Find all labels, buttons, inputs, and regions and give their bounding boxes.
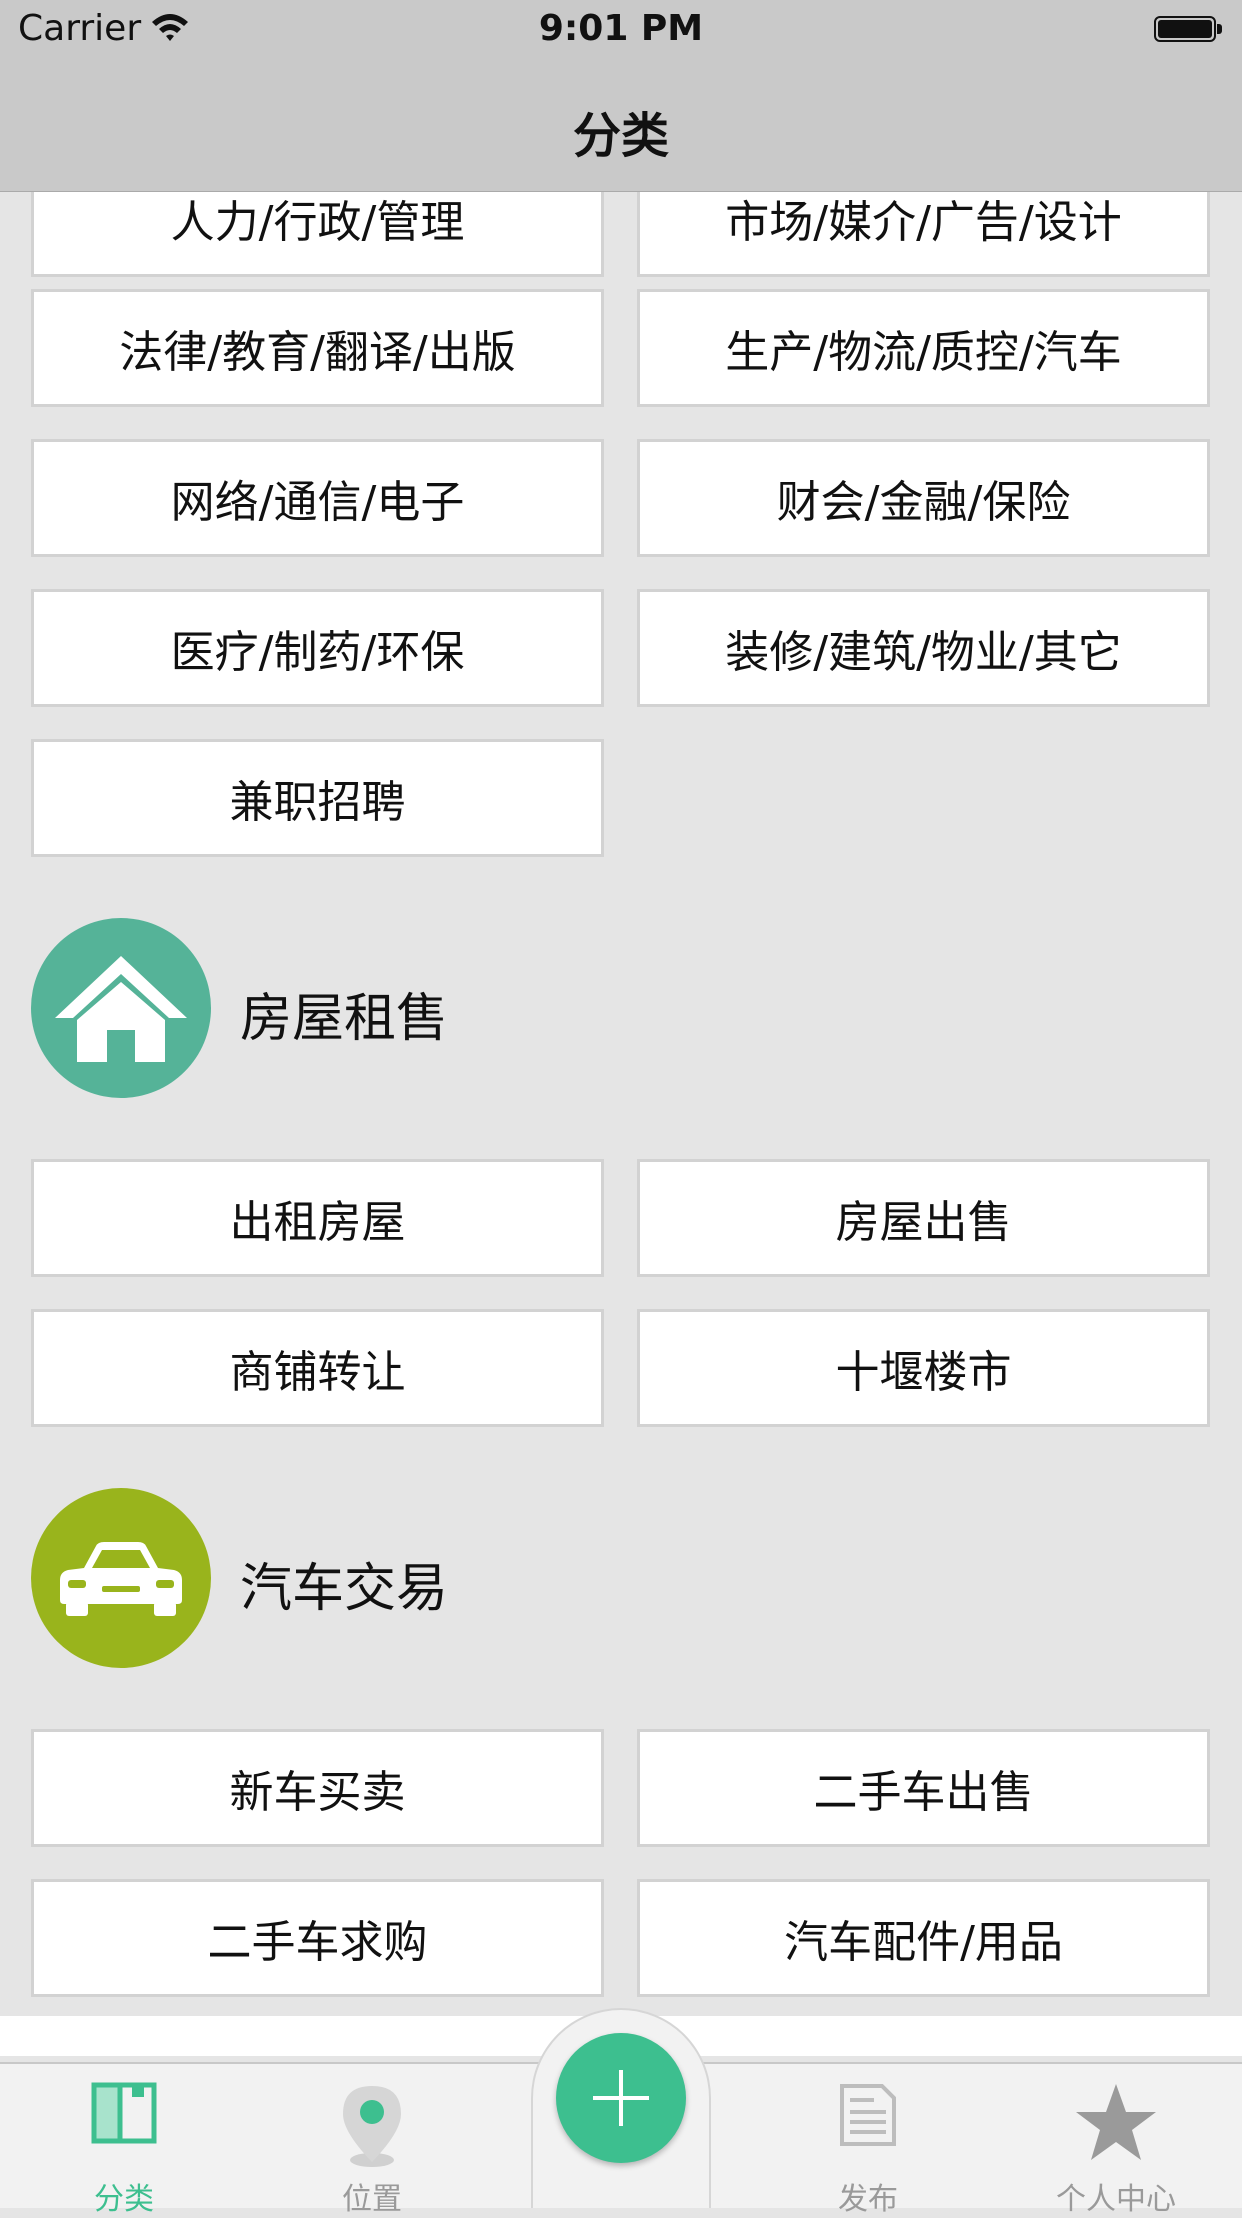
category-button[interactable]: 房屋出售 <box>637 1159 1210 1277</box>
category-button[interactable]: 汽车配件/用品 <box>637 1879 1210 1997</box>
category-button[interactable]: 十堰楼市 <box>637 1309 1210 1427</box>
category-button[interactable]: 医疗/制药/环保 <box>31 589 604 707</box>
category-button[interactable]: 网络/通信/电子 <box>31 439 604 557</box>
tab-label: 个人中心 <box>1056 2182 1176 2217</box>
category-button[interactable]: 法律/教育/翻译/出版 <box>31 289 604 407</box>
tab-profile[interactable]: 个人中心 <box>1016 2064 1216 2217</box>
document-icon <box>840 2084 896 2146</box>
plus-icon <box>593 2070 649 2126</box>
category-button[interactable]: 二手车求购 <box>31 1879 604 1997</box>
battery-icon <box>1154 16 1222 42</box>
status-bar: Carrier 9:01 PM <box>0 0 1242 60</box>
category-scroll-content[interactable]: 人力/行政/管理 市场/媒介/广告/设计 法律/教育/翻译/出版 生产/物流/质… <box>0 0 1242 2020</box>
tab-label: 位置 <box>342 2182 402 2217</box>
location-pin-icon <box>343 2086 401 2167</box>
category-button[interactable]: 兼职招聘 <box>31 739 604 857</box>
category-button[interactable]: 二手车出售 <box>637 1729 1210 1847</box>
section-title-cars: 汽车交易 <box>240 1559 449 1619</box>
house-icon <box>31 918 211 1098</box>
car-icon <box>31 1488 211 1668</box>
page-title: 分类 <box>572 108 669 164</box>
category-button[interactable]: 装修/建筑/物业/其它 <box>637 589 1210 707</box>
tab-label: 分类 <box>94 2182 154 2217</box>
add-post-button[interactable] <box>556 2033 686 2163</box>
category-button[interactable]: 新车买卖 <box>31 1729 604 1847</box>
tab-publish[interactable]: 发布 <box>768 2064 968 2217</box>
tab-label: 发布 <box>838 2182 898 2217</box>
section-title-housing: 房屋租售 <box>240 989 449 1049</box>
category-icon <box>91 2082 157 2144</box>
category-button[interactable]: 出租房屋 <box>31 1159 604 1277</box>
clock: 9:01 PM <box>538 8 704 49</box>
category-button[interactable]: 生产/物流/质控/汽车 <box>637 289 1210 407</box>
category-button[interactable]: 财会/金融/保险 <box>637 439 1210 557</box>
navigation-bar: 分类 <box>0 60 1242 192</box>
tab-location[interactable]: 位置 <box>272 2064 472 2217</box>
star-icon <box>1076 2084 1156 2160</box>
tab-category[interactable]: 分类 <box>24 2064 224 2217</box>
category-button[interactable]: 商铺转让 <box>31 1309 604 1427</box>
